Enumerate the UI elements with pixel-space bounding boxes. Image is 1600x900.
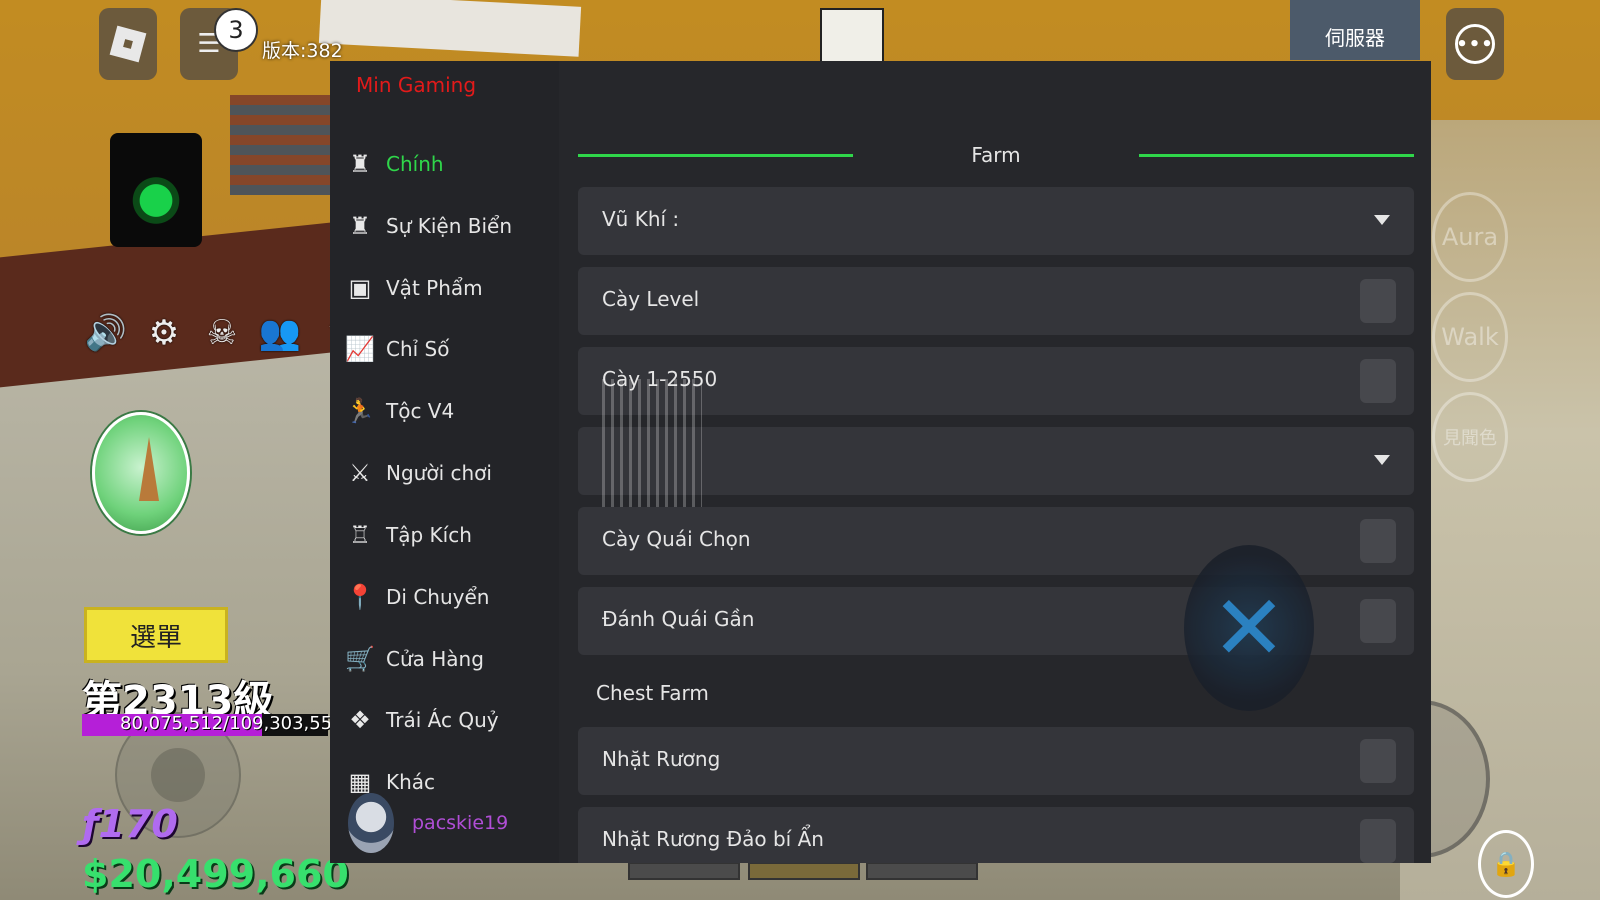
farm-1-2550-row[interactable]: Cày 1-2550 bbox=[578, 347, 1414, 415]
sidebar-item-race-v4[interactable]: 🏃 Tộc V4 bbox=[345, 391, 455, 431]
sidebar-item-shop[interactable]: 🛒 Cửa Hàng bbox=[345, 639, 484, 679]
chat-badge: 3 bbox=[214, 8, 258, 52]
farm-level-label: Cày Level bbox=[602, 287, 700, 311]
lock-icon: 🔒 bbox=[1491, 850, 1521, 878]
compass[interactable] bbox=[92, 412, 190, 534]
sidebar-item-label: Chỉ Số bbox=[386, 337, 450, 361]
more-options-icon: ••• bbox=[1455, 24, 1495, 64]
roblox-menu-button[interactable] bbox=[99, 8, 157, 80]
xp-text: 80,075,512/109,303,555 bbox=[120, 713, 344, 734]
content-area: Farm Vũ Khí : Cày Level Cày 1-2550 Cày Q… bbox=[578, 61, 1414, 863]
crew-icon[interactable]: 👥 bbox=[259, 313, 301, 353]
robot-icon: ▣ bbox=[348, 274, 372, 302]
sidebar-item-label: Chính bbox=[386, 152, 444, 176]
fragments-counter: ƒ170 bbox=[82, 802, 178, 846]
hotbar-slot[interactable] bbox=[866, 862, 978, 880]
sidebar-item-label: Người chơi bbox=[386, 461, 492, 485]
sidebar-item-items[interactable]: ▣ Vật Phẩm bbox=[346, 268, 483, 308]
attack-nearby-label: Đánh Quái Gần bbox=[602, 607, 755, 631]
sidebar-item-label: Di Chuyển bbox=[386, 585, 490, 609]
render-glitch bbox=[602, 379, 702, 519]
server-button[interactable]: 伺服器 bbox=[1290, 0, 1420, 60]
sidebar-item-label: Khác bbox=[386, 770, 436, 794]
chevron-down-icon bbox=[1374, 215, 1390, 225]
compass-needle-icon bbox=[139, 437, 159, 501]
collect-chest-mystic-row[interactable]: Nhặt Rương Đảo bí Ẩn bbox=[578, 807, 1414, 863]
sidebar-item-label: Tập Kích bbox=[386, 523, 472, 547]
sidebar-item-label: Sự Kiện Biển bbox=[386, 214, 512, 238]
main-menu-button[interactable]: 選單 bbox=[84, 607, 228, 663]
collect-chest-label: Nhặt Rương bbox=[602, 747, 721, 771]
weapon-dropdown[interactable]: Vũ Khí : bbox=[578, 187, 1414, 255]
sidebar-item-label: Tộc V4 bbox=[386, 399, 455, 423]
shift-lock-button[interactable]: 🔒 bbox=[1478, 830, 1534, 898]
sidebar-item-label: Cửa Hàng bbox=[386, 647, 484, 671]
chevron-down-icon bbox=[1374, 455, 1390, 465]
version-label: 版本:382 bbox=[262, 40, 343, 62]
chest-farm-heading: Chest Farm bbox=[596, 681, 709, 705]
roblox-logo-icon bbox=[109, 25, 147, 63]
collect-chest-row[interactable]: Nhặt Rương bbox=[578, 727, 1414, 795]
farm-level-row[interactable]: Cày Level bbox=[578, 267, 1414, 335]
walk-button[interactable]: Walk bbox=[1432, 292, 1508, 382]
sidebar-item-chinh[interactable]: ♜ Chính bbox=[346, 144, 444, 184]
shopping-cart-icon: 🛒 bbox=[345, 645, 375, 673]
character-icon: ♜ bbox=[349, 212, 371, 240]
sidebar-item-sea-events[interactable]: ♜ Sự Kiện Biển bbox=[346, 206, 512, 246]
floating-emblem-icon[interactable]: ✕ bbox=[1184, 545, 1314, 711]
user-avatar bbox=[348, 793, 394, 853]
sidebar-item-devil-fruit[interactable]: ❖ Trái Ác Quỷ bbox=[346, 700, 499, 740]
farm-level-toggle[interactable] bbox=[1360, 279, 1396, 323]
attack-nearby-toggle[interactable] bbox=[1360, 599, 1396, 643]
money-counter: $20,499,660 bbox=[82, 852, 349, 896]
user-profile: pacskie19 bbox=[348, 793, 508, 853]
collect-chest-mystic-toggle[interactable] bbox=[1360, 819, 1396, 863]
runner-icon: 🏃 bbox=[345, 397, 375, 425]
chart-icon: 📈 bbox=[345, 335, 375, 363]
castle-icon: ♖ bbox=[349, 521, 371, 549]
hotbar-slot[interactable] bbox=[748, 862, 860, 880]
collect-chest-toggle[interactable] bbox=[1360, 739, 1396, 783]
observation-button[interactable]: 見聞色 bbox=[1432, 392, 1508, 482]
aura-button[interactable]: Aura bbox=[1432, 192, 1508, 282]
collect-chest-mystic-label: Nhặt Rương Đảo bí Ẩn bbox=[602, 827, 824, 851]
weapon-label: Vũ Khí : bbox=[602, 207, 680, 231]
background-sign bbox=[820, 8, 884, 64]
sidebar: Min Gaming ♜ Chính ♜ Sự Kiện Biển ▣ Vật … bbox=[330, 61, 559, 863]
hud-icon-row: 🔊 ⚙ ☠ 👥 ⬆ bbox=[85, 313, 358, 353]
divider bbox=[1139, 154, 1414, 157]
mob-select-dropdown[interactable] bbox=[578, 427, 1414, 495]
farm-selected-mob-toggle[interactable] bbox=[1360, 519, 1396, 563]
sidebar-item-players[interactable]: ⚔ Người chơi bbox=[346, 453, 492, 493]
location-pin-icon: 📍 bbox=[345, 583, 375, 611]
sidebar-item-raid[interactable]: ♖ Tập Kích bbox=[346, 515, 472, 555]
farm-selected-mob-label: Cày Quái Chọn bbox=[602, 527, 751, 551]
character-icon: ♜ bbox=[349, 150, 371, 178]
joystick-knob[interactable] bbox=[151, 748, 205, 802]
player-avatar[interactable] bbox=[110, 133, 202, 247]
avatar-face-icon bbox=[121, 155, 191, 225]
fruit-icon: ❖ bbox=[349, 706, 371, 734]
crossed-swords-icon: ⚔ bbox=[349, 459, 371, 487]
gear-icon[interactable]: ⚙ bbox=[144, 313, 184, 353]
sidebar-item-teleport[interactable]: 📍 Di Chuyển bbox=[345, 577, 490, 617]
section-header: Farm bbox=[578, 137, 1414, 177]
more-button[interactable]: ••• bbox=[1446, 8, 1504, 80]
hotbar-slot[interactable] bbox=[628, 862, 740, 880]
pirate-skull-icon[interactable]: ☠ bbox=[202, 313, 242, 353]
speaker-icon[interactable]: 🔊 bbox=[85, 313, 127, 353]
brand-title: Min Gaming bbox=[356, 73, 477, 97]
user-name: pacskie19 bbox=[412, 812, 509, 834]
sidebar-item-stats[interactable]: 📈 Chỉ Số bbox=[345, 329, 450, 369]
sidebar-item-label: Vật Phẩm bbox=[386, 276, 483, 300]
sidebar-item-label: Trái Ác Quỷ bbox=[386, 708, 499, 732]
script-hub-panel: Min Gaming ♜ Chính ♜ Sự Kiện Biển ▣ Vật … bbox=[330, 61, 1431, 863]
farm-1-2550-toggle[interactable] bbox=[1360, 359, 1396, 403]
